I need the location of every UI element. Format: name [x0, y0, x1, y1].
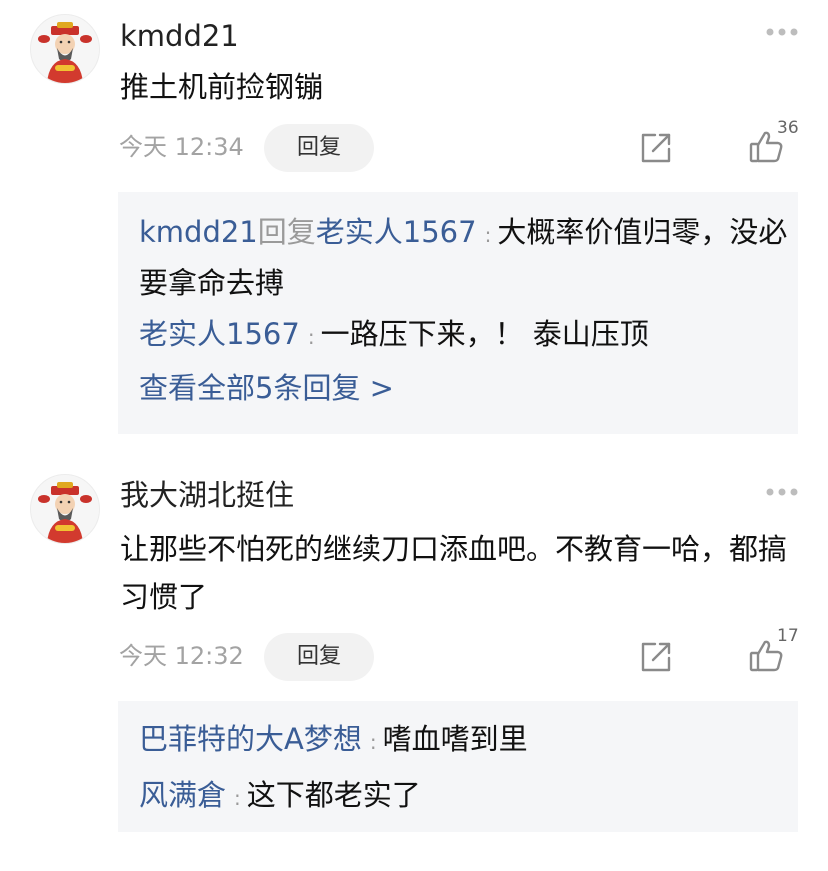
comment-username[interactable]: 我大湖北挺住 — [120, 477, 294, 513]
comment-item: kmdd21 推土机前捡钢镚 今天 12:34 回复 36 kmdd21回复老实… — [0, 0, 828, 440]
comment-content: 推土机前捡钢镚 — [120, 70, 324, 104]
comment-timestamp: 今天 12:32 — [119, 642, 244, 670]
share-button[interactable] — [638, 130, 674, 166]
reply-colon: : — [307, 325, 315, 349]
reply-author[interactable]: 风满倉 — [139, 778, 226, 812]
more-dots-icon — [766, 488, 798, 496]
reply-preview[interactable]: 巴菲特的大A梦想: 嗜血嗜到里 — [139, 715, 789, 766]
user-avatar[interactable] — [30, 474, 100, 544]
reply-verb: 回复 — [257, 215, 316, 249]
reply-text: 这下都老实了 — [246, 778, 421, 812]
reply-colon: : — [369, 730, 377, 754]
reply-preview-box: 巴菲特的大A梦想: 嗜血嗜到里 风满倉: 这下都老实了 — [118, 701, 798, 832]
reply-colon: : — [484, 223, 492, 247]
reply-preview[interactable]: 老实人1567: 一路压下来，！ 泰山压顶 — [139, 310, 789, 361]
reply-button[interactable]: 回复 — [264, 633, 374, 681]
reply-author[interactable]: 巴菲特的大A梦想 — [139, 722, 362, 756]
user-avatar[interactable] — [30, 14, 100, 84]
reply-preview[interactable]: kmdd21回复老实人1567: 大概率价值归零，没必要拿命去搏 — [139, 208, 789, 307]
reply-author[interactable]: kmdd21 — [139, 215, 258, 249]
share-arrow-icon — [641, 133, 671, 163]
view-all-replies-link[interactable]: 查看全部5条回复 > — [139, 368, 394, 408]
comment-timestamp: 今天 12:34 — [119, 133, 244, 161]
reply-text: 一路压下来，！ 泰山压顶 — [320, 317, 649, 351]
more-dots-icon — [766, 28, 798, 36]
reply-colon: : — [234, 786, 241, 810]
comment-item: 我大湖北挺住 让那些不怕死的继续刀口添血吧。不教育一哈，都搞习惯了 今天 12:… — [0, 460, 828, 840]
reply-preview[interactable]: 风满倉: 这下都老实了 — [139, 771, 789, 822]
reply-text: 嗜血嗜到里 — [382, 722, 528, 756]
god-of-wealth-icon — [31, 475, 99, 543]
comment-content: 让那些不怕死的继续刀口添血吧。不教育一哈，都搞习惯了 — [120, 532, 788, 614]
comment-username[interactable]: kmdd21 — [120, 18, 239, 54]
like-count: 17 — [777, 626, 799, 646]
like-count: 36 — [777, 118, 799, 138]
reply-button[interactable]: 回复 — [264, 124, 374, 172]
more-options-button[interactable] — [764, 486, 800, 498]
share-arrow-icon — [641, 642, 671, 672]
share-button[interactable] — [638, 639, 674, 675]
reply-preview-box: kmdd21回复老实人1567: 大概率价值归零，没必要拿命去搏 老实人1567:… — [118, 192, 798, 434]
reply-author[interactable]: 老实人1567 — [139, 317, 300, 351]
reply-target-user[interactable]: 老实人1567 — [316, 215, 477, 249]
god-of-wealth-icon — [31, 15, 99, 83]
more-options-button[interactable] — [764, 26, 800, 38]
